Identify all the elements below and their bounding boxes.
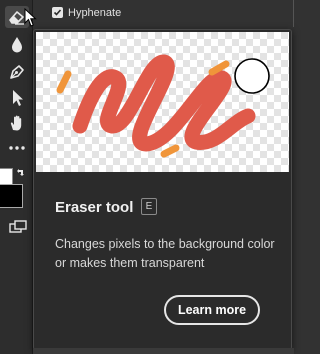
shortcut-badge: E bbox=[141, 198, 157, 215]
selection-arrow-icon bbox=[13, 90, 23, 106]
tool-tooltip: Eraser tool E Changes pixels to the back… bbox=[33, 29, 292, 350]
tool-name: Eraser tool bbox=[55, 199, 134, 216]
tool-preview-image bbox=[36, 32, 289, 172]
background-color-swatch[interactable] bbox=[0, 184, 23, 208]
more-tools-button[interactable] bbox=[6, 137, 28, 159]
swap-colors-icon[interactable] bbox=[15, 167, 27, 179]
panel-footer bbox=[33, 348, 294, 354]
selection-tool-button[interactable] bbox=[6, 87, 28, 109]
toolbar bbox=[0, 0, 33, 354]
blur-tool-button[interactable] bbox=[6, 34, 28, 56]
hand-tool-button[interactable] bbox=[6, 112, 28, 134]
divider bbox=[293, 0, 294, 27]
checkmark-icon bbox=[53, 9, 62, 16]
blur-drop-icon bbox=[12, 37, 22, 53]
hyphenate-label: Hyphenate bbox=[68, 7, 122, 19]
pen-icon bbox=[10, 65, 24, 79]
tool-description: Changes pixels to the background color o… bbox=[55, 237, 275, 270]
options-bar: Hyphenate bbox=[33, 0, 294, 27]
hand-icon bbox=[10, 115, 22, 131]
learn-more-button[interactable]: Learn more bbox=[164, 295, 260, 325]
eraser-demo-illustration bbox=[56, 54, 270, 158]
more-tools-icon bbox=[9, 146, 25, 150]
mouse-cursor-icon bbox=[24, 8, 37, 27]
pen-tool-button[interactable] bbox=[6, 61, 28, 83]
hyphenate-checkbox[interactable] bbox=[52, 7, 63, 18]
screen-mode-icon[interactable] bbox=[9, 220, 27, 234]
